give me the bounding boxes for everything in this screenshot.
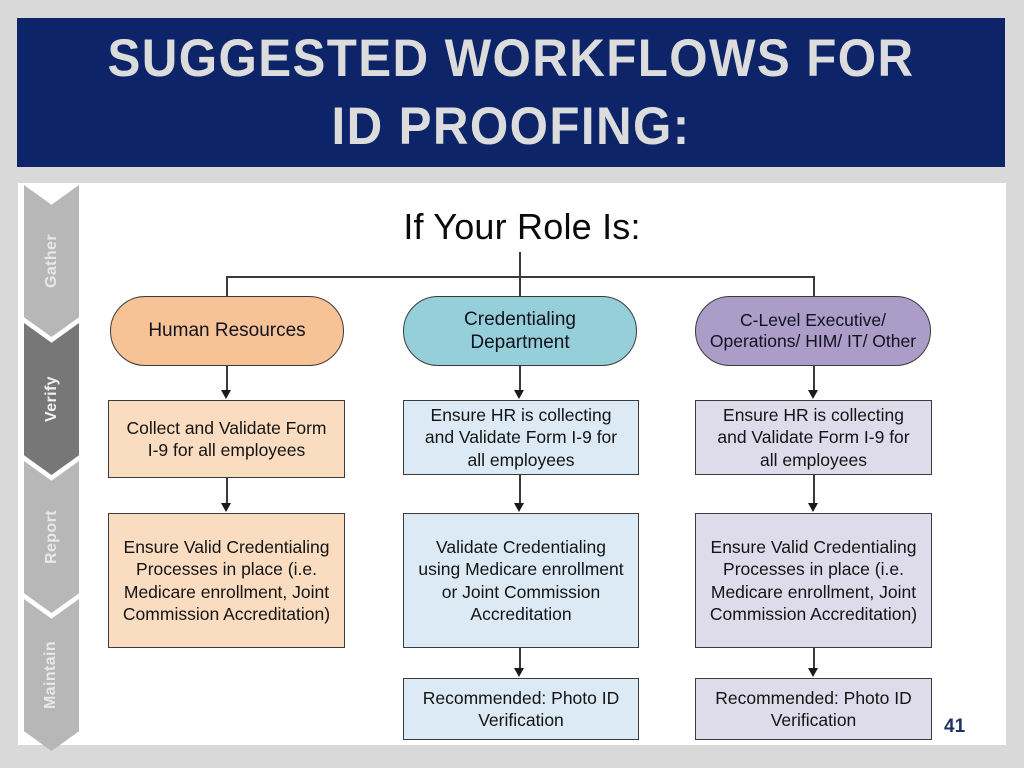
process-box-col3-step3[interactable]: Recommended: Photo ID Verification	[695, 678, 932, 740]
arrowhead-col3-box2	[808, 503, 818, 512]
role-node-credentialing-department[interactable]: Credentialing Department	[403, 296, 637, 366]
rail-step-report[interactable]: Report	[24, 461, 79, 613]
page-number: 41	[944, 716, 966, 737]
arrowhead-col2-box2	[514, 503, 524, 512]
process-box-label: Ensure HR is collecting and Validate For…	[717, 404, 910, 470]
role-node-human-resources[interactable]: Human Resources	[110, 296, 344, 366]
role-node-label: Human Resources	[148, 320, 306, 342]
process-box-col2-step3[interactable]: Recommended: Photo ID Verification	[403, 678, 639, 740]
arrowhead-col3-box1	[808, 390, 818, 399]
rail-step-label: Maintain	[42, 640, 60, 710]
rail-step-label: Report	[42, 510, 60, 564]
connector-drop-col2	[519, 276, 521, 296]
process-box-label: Validate Credentialing using Medicare en…	[418, 536, 624, 624]
arrowhead-col2-box3	[514, 668, 524, 677]
arrowhead-col1-box1	[221, 390, 231, 399]
process-box-label: Ensure HR is collecting and Validate For…	[424, 404, 618, 470]
process-box-col3-step2[interactable]: Ensure Valid Credentialing Processes in …	[695, 513, 932, 648]
role-node-label: Credentialing Department	[464, 308, 576, 353]
rail-step-label: Gather	[42, 234, 60, 288]
rail-step-label: Verify	[42, 376, 60, 422]
connector-drop-col1	[226, 276, 228, 296]
process-box-label: Recommended: Photo ID Verification	[715, 687, 912, 730]
connector-col1-pill-to-box1	[226, 366, 228, 392]
flowchart-heading: If Your Role Is:	[403, 206, 641, 247]
arrowhead-col1-box2	[221, 503, 231, 512]
connector-col2-box1-to-box2	[519, 475, 521, 505]
connector-col2-box2-to-box3	[519, 648, 521, 670]
process-box-label: Ensure Valid Credentialing Processes in …	[709, 536, 918, 624]
connector-col1-box1-to-box2	[226, 478, 228, 505]
role-node-c-level-executive[interactable]: C-Level Executive/ Operations/ HIM/ IT/ …	[695, 296, 931, 366]
slide-title-banner: Suggested Workflows for ID Proofing:	[17, 18, 1005, 167]
process-box-label: Collect and Validate Form I-9 for all em…	[126, 417, 327, 460]
process-box-col2-step2[interactable]: Validate Credentialing using Medicare en…	[403, 513, 639, 648]
process-stage-rail: Gather Verify Report Maintain	[24, 185, 79, 751]
process-box-col1-step1[interactable]: Collect and Validate Form I-9 for all em…	[108, 400, 345, 478]
process-box-col2-step1[interactable]: Ensure HR is collecting and Validate For…	[403, 400, 639, 475]
process-box-label: Ensure Valid Credentialing Processes in …	[122, 536, 331, 624]
arrowhead-col2-box1	[514, 390, 524, 399]
process-box-col3-step1[interactable]: Ensure HR is collecting and Validate For…	[695, 400, 932, 475]
page-title: Suggested Workflows for ID Proofing:	[107, 28, 915, 156]
rail-step-verify[interactable]: Verify	[24, 323, 79, 475]
connector-drop-col3	[813, 276, 815, 296]
connector-col3-box1-to-box2	[813, 475, 815, 505]
rail-step-maintain[interactable]: Maintain	[24, 599, 79, 751]
connector-col3-pill-to-box1	[813, 366, 815, 392]
connector-col3-box2-to-box3	[813, 648, 815, 670]
role-node-label: C-Level Executive/ Operations/ HIM/ IT/ …	[709, 309, 917, 351]
rail-step-gather[interactable]: Gather	[24, 185, 79, 337]
connector-col2-pill-to-box1	[519, 366, 521, 392]
arrowhead-col3-box3	[808, 668, 818, 677]
process-box-label: Recommended: Photo ID Verification	[422, 687, 620, 730]
connector-root-stem	[519, 252, 521, 277]
process-box-col1-step2[interactable]: Ensure Valid Credentialing Processes in …	[108, 513, 345, 648]
